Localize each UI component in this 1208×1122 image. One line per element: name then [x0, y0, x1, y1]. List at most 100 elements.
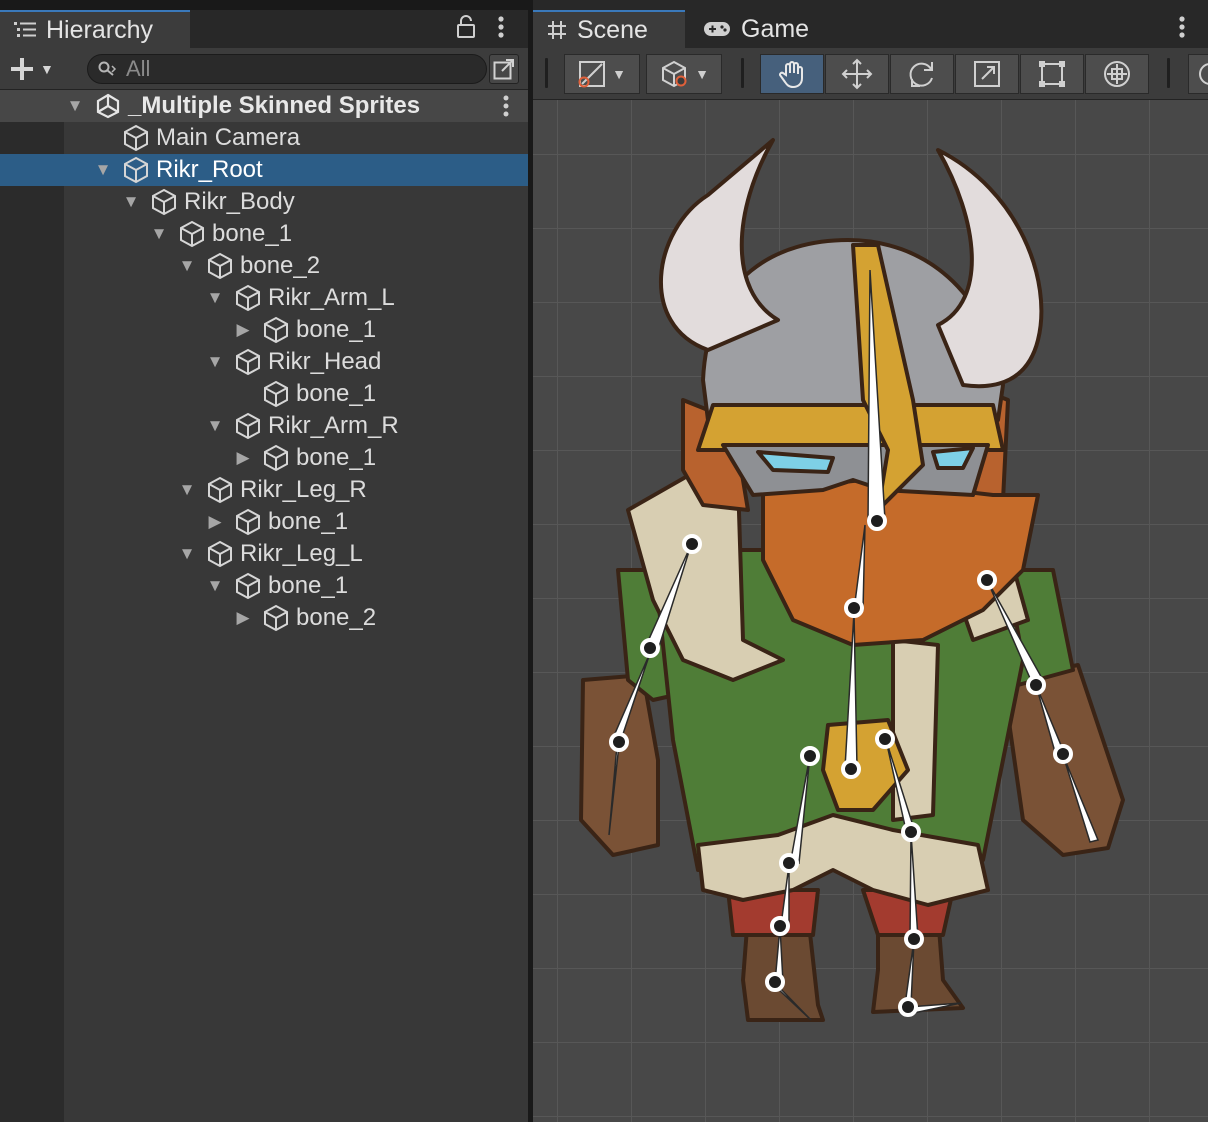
hierarchy-tree: ▼ _Multiple Skinned Sprites Main Camera ▼… — [0, 90, 528, 1122]
search-input[interactable] — [126, 56, 466, 82]
tab-hierarchy[interactable]: Hierarchy — [0, 10, 190, 48]
scene-viewport[interactable] — [533, 100, 1208, 1122]
tree-row[interactable]: ▼ bone_2 — [0, 250, 528, 282]
rotate-icon — [909, 62, 933, 87]
hierarchy-tab-label: Hierarchy — [46, 15, 153, 44]
search-icon — [98, 61, 117, 76]
tree-row[interactable]: ▼ Rikr_Arm_R — [0, 410, 528, 442]
expand-arrow-icon[interactable]: ▶ — [234, 448, 252, 468]
tree-row[interactable]: ▶ bone_1 — [0, 442, 528, 474]
scene-name: _Multiple Skinned Sprites — [128, 92, 421, 119]
gameobject-cube-icon — [208, 476, 232, 504]
expand-arrow-icon[interactable]: ▼ — [66, 96, 84, 116]
gameobject-cube-icon — [124, 156, 148, 184]
collapse-arrow-icon[interactable]: ▼ — [206, 576, 224, 596]
tree-row-label: bone_1 — [268, 508, 349, 535]
collapse-arrow-icon[interactable]: ▼ — [178, 480, 196, 500]
tree-row[interactable]: ▼ Rikr_Arm_L — [0, 282, 528, 314]
tree-row-label: bone_1 — [296, 444, 377, 471]
tree-row[interactable]: ▼ Rikr_Root — [0, 154, 528, 186]
chevron-down-icon: ▼ — [612, 66, 626, 82]
plus-icon — [11, 58, 33, 80]
object-mode-dropdown[interactable]: ▼ — [646, 54, 722, 94]
gameobject-cube-icon — [236, 572, 260, 600]
collapse-arrow-icon[interactable]: ▼ — [206, 416, 224, 436]
collapse-arrow-icon[interactable]: ▼ — [178, 256, 196, 276]
draw-mode-dropdown[interactable]: ▼ — [564, 54, 640, 94]
tree-row[interactable]: ▶ bone_1 — [0, 506, 528, 538]
tree-row-label: Rikr_Root — [156, 156, 263, 183]
create-dropdown-button[interactable]: ▼ — [10, 54, 66, 84]
scene-tab-label: Scene — [577, 15, 648, 44]
rotate-tool-button[interactable] — [890, 54, 954, 94]
transform-tool-button[interactable] — [1085, 54, 1149, 94]
rect-tool-button[interactable] — [1020, 54, 1084, 94]
gameobject-cube-icon — [264, 380, 288, 408]
gameobject-cube-icon — [180, 220, 204, 248]
tree-row[interactable]: ▼ Rikr_Body — [0, 186, 528, 218]
scale-tool-button[interactable] — [955, 54, 1019, 94]
tree-row-label: bone_1 — [296, 380, 377, 407]
scene-row[interactable]: ▼ _Multiple Skinned Sprites — [0, 90, 528, 122]
kebab-menu-icon[interactable] — [496, 14, 506, 47]
viking-character-sprite[interactable] — [533, 100, 1208, 1122]
expand-arrow-icon[interactable]: ▶ — [234, 320, 252, 340]
character-artwork — [579, 138, 1125, 1022]
collapse-arrow-icon[interactable]: ▼ — [206, 352, 224, 372]
tree-row[interactable]: ▼ bone_1 — [0, 218, 528, 250]
tree-row[interactable]: ▶ bone_1 — [0, 314, 528, 346]
hierarchy-tab-bar: Hierarchy — [0, 10, 528, 48]
overflow-tool-button[interactable] — [1188, 54, 1208, 94]
tab-scene[interactable]: Scene — [533, 10, 685, 48]
scene-tab-bar: Scene Game — [533, 10, 1208, 48]
tree-row-label: Rikr_Head — [268, 348, 382, 375]
tree-row[interactable]: ▼ Rikr_Leg_L — [0, 538, 528, 570]
unity-logo-icon — [96, 93, 120, 119]
collapse-arrow-icon[interactable]: ▼ — [178, 544, 196, 564]
transform-icon — [1104, 61, 1130, 87]
tree-row[interactable]: ▶ bone_2 — [0, 602, 528, 634]
collapse-arrow-icon[interactable]: ▼ — [150, 224, 168, 244]
tree-row-label: bone_1 — [212, 220, 293, 247]
tree-row[interactable]: ▼ Rikr_Head — [0, 346, 528, 378]
hierarchy-panel: Hierarchy ▼ ▼ — [0, 0, 528, 1122]
scene-visibility-button[interactable] — [489, 54, 519, 84]
collapse-arrow-icon[interactable]: ▼ — [94, 160, 112, 180]
hand-icon — [779, 61, 803, 89]
tree-row-label: Rikr_Arm_R — [268, 412, 399, 439]
tree-row[interactable]: bone_1 — [0, 378, 528, 410]
gameobject-cube-icon — [264, 316, 288, 344]
scene-kebab-menu-icon[interactable] — [1177, 14, 1187, 47]
toolbar-separator — [1167, 58, 1170, 88]
gameobject-cube-icon — [236, 508, 260, 536]
hash-icon — [548, 21, 566, 39]
tree-row-label: bone_2 — [240, 252, 321, 279]
hand-tool-button[interactable] — [760, 54, 824, 94]
game-tab-label: Game — [741, 14, 810, 43]
rect-icon — [1039, 61, 1065, 87]
gameobject-cube-icon — [264, 604, 288, 632]
collapse-arrow-icon[interactable]: ▼ — [122, 192, 140, 212]
search-field[interactable] — [87, 54, 487, 84]
tree-row[interactable]: ▼ bone_1 — [0, 570, 528, 602]
collapse-arrow-icon[interactable]: ▼ — [206, 288, 224, 308]
expand-arrow-icon[interactable]: ▶ — [206, 512, 224, 532]
lock-icon[interactable] — [456, 14, 476, 47]
tree-row-label: bone_1 — [296, 316, 377, 343]
scene-menu-icon[interactable] — [502, 94, 510, 125]
move-tool-button[interactable] — [825, 54, 889, 94]
gamepad-icon — [704, 22, 730, 36]
expand-arrow-icon[interactable]: ▶ — [234, 608, 252, 628]
gameobject-cube-icon — [236, 348, 260, 376]
tree-row[interactable]: ▼ Rikr_Leg_R — [0, 474, 528, 506]
tree-row[interactable]: Main Camera — [0, 122, 528, 154]
gameobject-cube-icon — [264, 444, 288, 472]
gameobject-cube-icon — [236, 412, 260, 440]
tab-game[interactable]: Game — [689, 10, 829, 48]
tree-row-label: Rikr_Leg_R — [240, 476, 367, 503]
gameobject-cube-icon — [208, 540, 232, 568]
toolbar-grip[interactable] — [545, 58, 548, 88]
tree-row-label: Main Camera — [156, 124, 301, 151]
list-icon — [14, 22, 36, 37]
title-strip — [0, 0, 528, 10]
